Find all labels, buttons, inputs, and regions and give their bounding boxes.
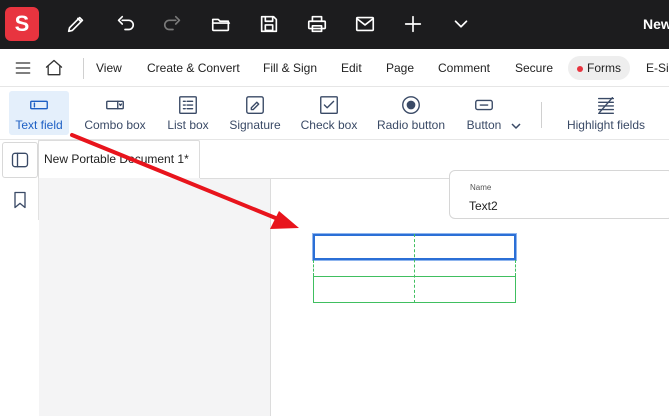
field-properties-panel: Name Text2	[449, 170, 669, 219]
menu-page[interactable]: Page	[386, 61, 414, 75]
menu-secure[interactable]: Secure	[515, 61, 553, 75]
highlight-fields-tool[interactable]: Highlight fields	[563, 91, 649, 135]
page-gray-area	[39, 178, 271, 416]
document-tab[interactable]: New Portable Document 1*	[38, 140, 200, 178]
check-box-tool[interactable]: Check box	[299, 91, 359, 135]
button-tool[interactable]: Button	[463, 91, 505, 135]
highlight-fields-label: Highlight fields	[566, 118, 646, 132]
bookmark-icon	[14, 191, 26, 209]
redo-icon[interactable]	[161, 12, 185, 36]
chevron-down-icon[interactable]	[449, 12, 473, 36]
name-caption: Name	[470, 183, 492, 192]
print-icon[interactable]	[305, 12, 329, 36]
highlight-fields-icon	[597, 96, 615, 114]
button-icon	[475, 99, 493, 111]
title-bar: S New	[0, 0, 669, 49]
check-box-icon	[320, 96, 338, 114]
field-name-value[interactable]: Text2	[469, 199, 498, 213]
center-alignment-guide	[414, 234, 415, 303]
hamburger-menu-icon[interactable]	[12, 57, 34, 79]
menu-divider	[83, 58, 84, 79]
check-box-label: Check box	[300, 118, 358, 132]
combo-box-icon	[106, 100, 124, 110]
menu-edit[interactable]: Edit	[341, 61, 362, 75]
menu-forms[interactable]: Forms	[587, 61, 621, 75]
text-field-icon	[30, 100, 48, 110]
radio-button-icon	[402, 96, 420, 114]
text-field-label: Text field	[15, 118, 63, 132]
menu-e-sign[interactable]: E-Sig	[646, 61, 669, 75]
ribbon-divider	[541, 102, 542, 128]
pen-icon[interactable]	[64, 12, 88, 36]
sidebar-panel-icon	[11, 152, 29, 168]
signature-label: Signature	[229, 118, 281, 132]
combo-box-label: Combo box	[84, 118, 146, 132]
left-sidebar	[0, 140, 39, 416]
menu-create-convert[interactable]: Create & Convert	[147, 61, 240, 75]
signature-icon	[246, 96, 264, 114]
undo-icon[interactable]	[113, 12, 137, 36]
forms-active-dot	[577, 66, 583, 72]
app-logo[interactable]: S	[5, 7, 39, 41]
forms-toolbar: Text field Combo box List box Signature …	[0, 88, 669, 140]
save-icon[interactable]	[257, 12, 281, 36]
mail-icon[interactable]	[353, 12, 377, 36]
right-alignment-guide	[515, 260, 516, 276]
menu-comment[interactable]: Comment	[438, 61, 490, 75]
signature-tool[interactable]: Signature	[226, 91, 284, 135]
bookmark-button[interactable]	[2, 182, 38, 218]
combo-box-tool[interactable]: Combo box	[82, 91, 148, 135]
home-icon[interactable]	[43, 57, 65, 79]
button-label: Button	[466, 118, 502, 132]
text-field-tool[interactable]: Text field	[9, 91, 69, 135]
open-folder-icon[interactable]	[209, 12, 233, 36]
document-tab-label: New Portable Document 1*	[44, 152, 189, 166]
list-box-icon	[179, 96, 197, 114]
menu-view[interactable]: View	[96, 61, 122, 75]
menu-fill-sign[interactable]: Fill & Sign	[263, 61, 317, 75]
button-dropdown-chevron-icon[interactable]	[510, 118, 522, 130]
plus-icon[interactable]	[401, 12, 425, 36]
panel-toggle-button[interactable]	[2, 142, 38, 178]
left-alignment-guide	[313, 260, 314, 276]
document-title: New	[643, 16, 669, 32]
menu-bar: View Create & Convert Fill & Sign Edit P…	[0, 49, 669, 87]
list-box-label: List box	[167, 118, 209, 132]
radio-button-label: Radio button	[376, 118, 446, 132]
radio-button-tool[interactable]: Radio button	[375, 91, 447, 135]
list-box-tool[interactable]: List box	[163, 91, 213, 135]
